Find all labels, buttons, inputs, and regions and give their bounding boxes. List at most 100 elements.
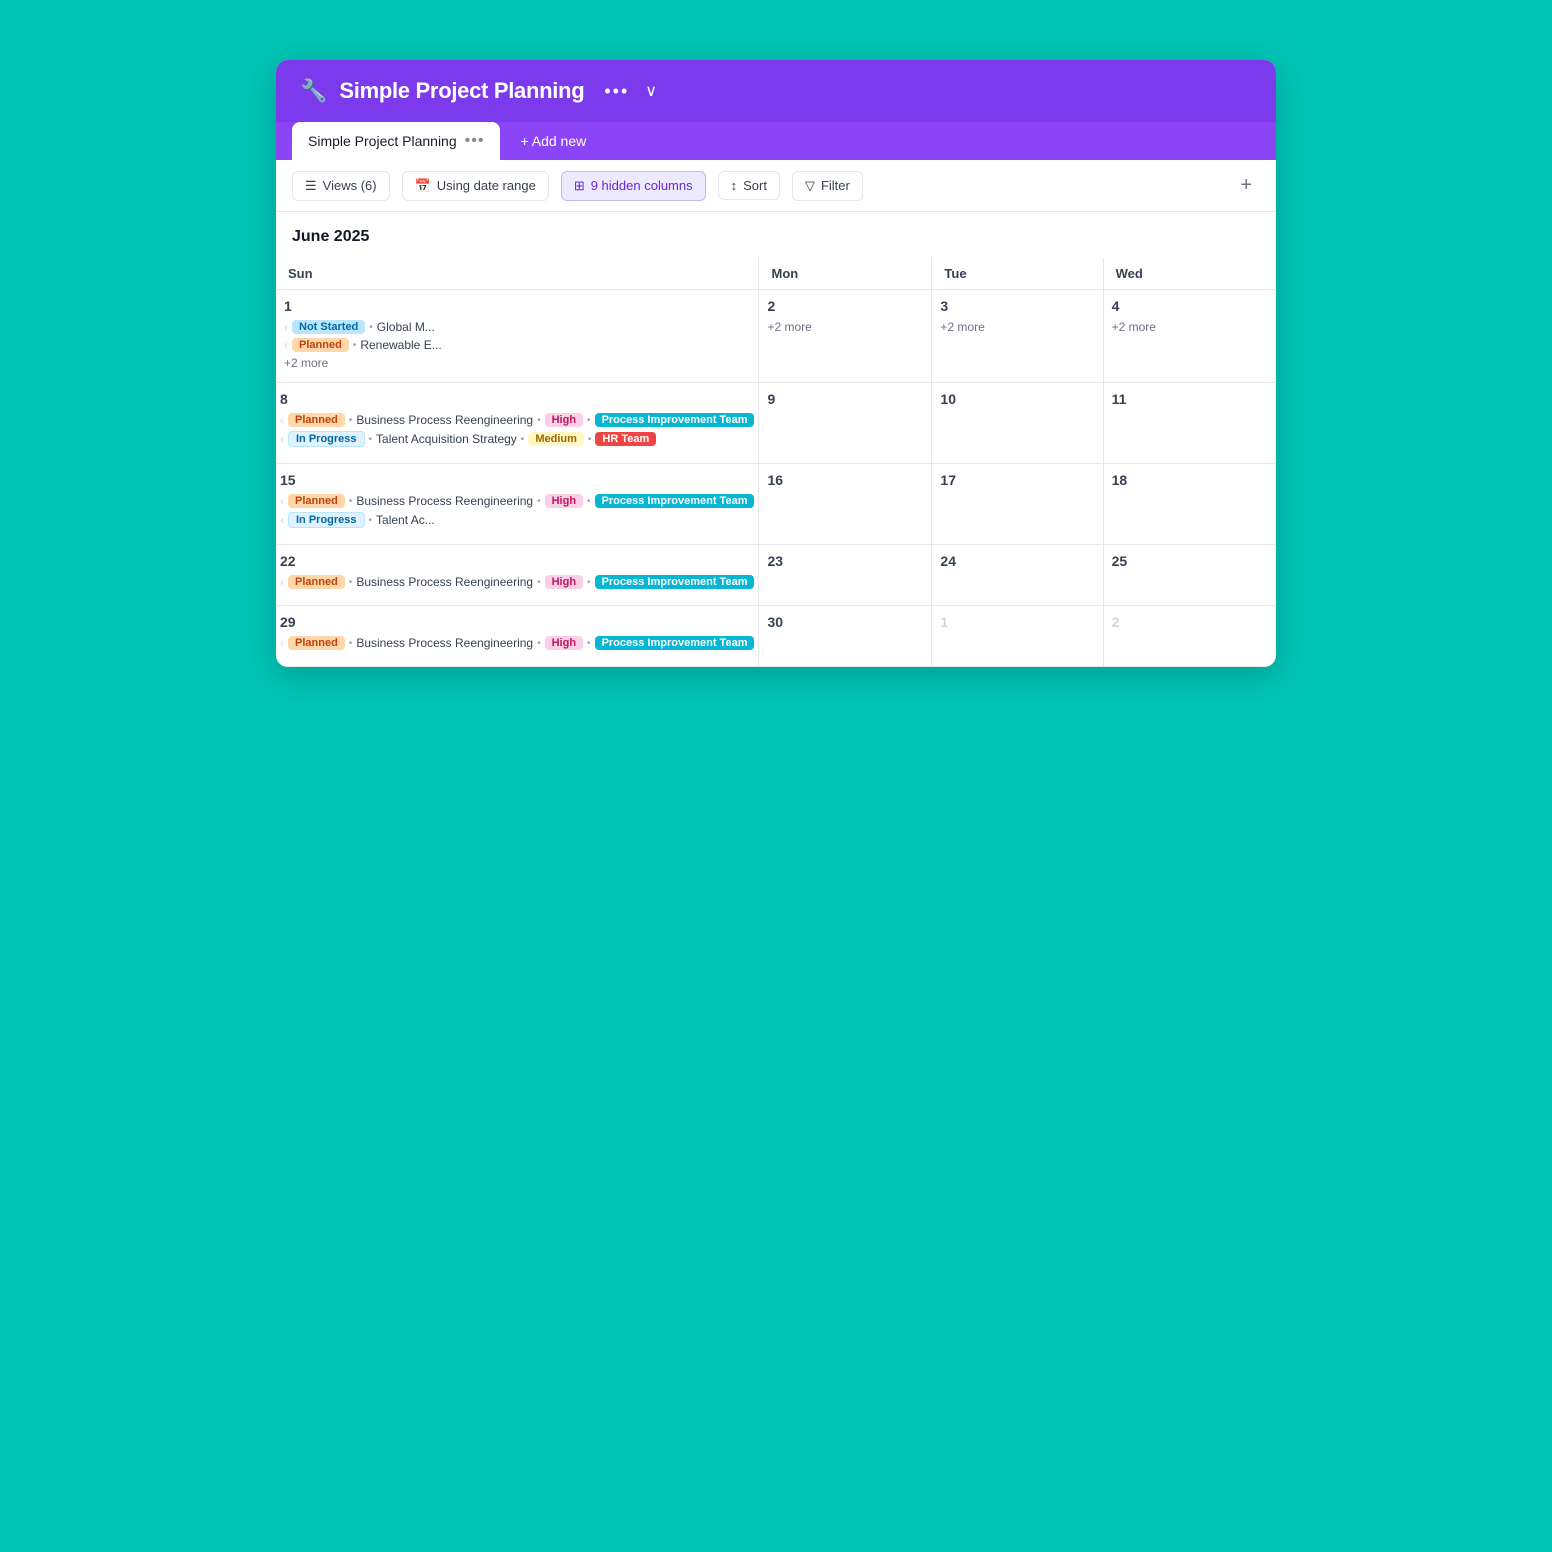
day-11[interactable]: 11: [1103, 383, 1276, 464]
chevron-left-icon: ‹: [280, 513, 284, 527]
status-badge: Planned: [288, 413, 345, 427]
more-events[interactable]: +2 more: [940, 320, 1094, 334]
views-button[interactable]: ☰ Views (6): [292, 171, 390, 201]
calendar-container: June 2025 Sun Mon Tue Wed 1 ‹ Not: [276, 212, 1276, 667]
event-row-bpr[interactable]: ‹ Planned • Business Process Reengineeri…: [280, 494, 754, 508]
day-17[interactable]: 17: [932, 464, 1103, 545]
tabs-bar: Simple Project Planning ••• + Add new: [276, 122, 1276, 160]
day-9[interactable]: 9: [759, 383, 932, 464]
day-number-11: 11: [1112, 391, 1268, 407]
day-jul-2[interactable]: 2: [1103, 606, 1276, 667]
day-number-23: 23: [767, 553, 923, 569]
priority-badge: High: [545, 636, 583, 650]
hidden-columns-button[interactable]: ⊞ 9 hidden columns: [561, 171, 706, 201]
day-25[interactable]: 25: [1103, 545, 1276, 606]
more-events[interactable]: +2 more: [767, 320, 923, 334]
week-1: 1 ‹ Not Started • Global M... ‹ Planned …: [276, 290, 1276, 383]
tab-label: Simple Project Planning: [308, 133, 457, 149]
calendar-icon: 📅: [415, 178, 431, 194]
day-jul-1[interactable]: 1: [932, 606, 1103, 667]
day-22[interactable]: 22 ‹ Planned • Business Process Reengine…: [276, 545, 759, 606]
day-number-24: 24: [940, 553, 1094, 569]
chevron-left-icon: ‹: [280, 494, 284, 508]
status-badge: In Progress: [288, 431, 365, 447]
event-title: Business Process Reengineering: [356, 575, 533, 589]
chevron-left-icon: ‹: [280, 413, 284, 427]
dot-icon: •: [521, 434, 525, 445]
more-events[interactable]: +2 more: [1112, 320, 1268, 334]
status-badge: Planned: [292, 338, 349, 352]
team-badge: HR Team: [595, 432, 656, 446]
dot-icon: •: [349, 638, 353, 649]
dot-icon: •: [537, 638, 541, 649]
dot-icon: •: [537, 496, 541, 507]
tab-more-icon[interactable]: •••: [465, 132, 485, 150]
weekday-header-row: Sun Mon Tue Wed: [276, 258, 1276, 290]
chevron-left-icon: ‹: [284, 338, 288, 352]
day-16[interactable]: 16: [759, 464, 932, 545]
event-title: Business Process Reengineering: [356, 413, 533, 427]
day-23[interactable]: 23: [759, 545, 932, 606]
weekday-sun: Sun: [276, 258, 759, 290]
day-3[interactable]: 3 +2 more: [932, 290, 1103, 383]
week-5: 29 ‹ Planned • Business Process Reengine…: [276, 606, 1276, 667]
week-4: 22 ‹ Planned • Business Process Reengine…: [276, 545, 1276, 606]
list-icon: ☰: [305, 178, 317, 194]
event-row[interactable]: ‹ Not Started • Global M...: [284, 320, 750, 334]
add-new-button[interactable]: + Add new: [508, 125, 598, 157]
day-number-18: 18: [1112, 472, 1268, 488]
header-chevron-icon[interactable]: ∨: [645, 81, 657, 101]
wrench-icon: 🔧: [300, 78, 327, 104]
day-number-jul1: 1: [940, 614, 1094, 630]
event-title: Talent Ac...: [376, 513, 435, 527]
add-column-button[interactable]: +: [1232, 170, 1260, 201]
day-10[interactable]: 10: [932, 383, 1103, 464]
day-number-3: 3: [940, 298, 1094, 314]
event-row-tas2[interactable]: ‹ In Progress • Talent Ac...: [280, 512, 754, 528]
day-29[interactable]: 29 ‹ Planned • Business Process Reengine…: [276, 606, 759, 667]
day-30[interactable]: 30: [759, 606, 932, 667]
event-row-bpr4[interactable]: ‹ Planned • Business Process Reengineeri…: [280, 636, 754, 650]
event-text: Global M...: [377, 320, 435, 334]
dot-icon: •: [537, 577, 541, 588]
day-number-9: 9: [767, 391, 923, 407]
date-range-button[interactable]: 📅 Using date range: [402, 171, 549, 201]
filter-label: Filter: [821, 178, 850, 193]
weekday-tue: Tue: [932, 258, 1103, 290]
day-number-22: 22: [280, 553, 754, 569]
team-badge: Process Improvement Team: [595, 575, 755, 589]
day-number-10: 10: [940, 391, 1094, 407]
day-15[interactable]: 15 ‹ Planned • Business Process Reengine…: [276, 464, 759, 545]
status-badge: Planned: [288, 575, 345, 589]
day-number-2: 2: [767, 298, 923, 314]
header-more-icon[interactable]: •••: [604, 81, 629, 102]
day-8[interactable]: 8 ‹ Planned • Business Process Reenginee…: [276, 383, 759, 464]
weekday-mon: Mon: [759, 258, 932, 290]
filter-icon: ▽: [805, 178, 815, 194]
priority-badge: High: [545, 413, 583, 427]
day-24[interactable]: 24: [932, 545, 1103, 606]
day-1[interactable]: 1 ‹ Not Started • Global M... ‹ Planned …: [276, 290, 759, 383]
filter-button[interactable]: ▽ Filter: [792, 171, 863, 201]
event-row[interactable]: ‹ Planned • Renewable E...: [284, 338, 750, 352]
day-number-16: 16: [767, 472, 923, 488]
event-row-bpr[interactable]: ‹ Planned • Business Process Reengineeri…: [280, 413, 754, 427]
priority-badge: High: [545, 494, 583, 508]
event-title: Talent Acquisition Strategy: [376, 432, 517, 446]
calendar-grid: Sun Mon Tue Wed 1 ‹ Not Started • Glo: [276, 258, 1276, 667]
chevron-left-icon: ‹: [280, 575, 284, 589]
sort-button[interactable]: ↕ Sort: [718, 171, 780, 200]
dot-icon: •: [349, 415, 353, 426]
day-18[interactable]: 18: [1103, 464, 1276, 545]
event-text: Renewable E...: [360, 338, 441, 352]
dot-icon: •: [349, 577, 353, 588]
event-row-bpr3[interactable]: ‹ Planned • Business Process Reengineeri…: [280, 575, 754, 589]
day-4[interactable]: 4 +2 more: [1103, 290, 1276, 383]
event-row-tas[interactable]: ‹ In Progress • Talent Acquisition Strat…: [280, 431, 754, 447]
views-label: Views (6): [323, 178, 377, 193]
active-tab[interactable]: Simple Project Planning •••: [292, 122, 500, 160]
dot-icon: •: [587, 496, 591, 507]
day-2[interactable]: 2 +2 more: [759, 290, 932, 383]
more-events[interactable]: +2 more: [284, 356, 750, 370]
week-2: 8 ‹ Planned • Business Process Reenginee…: [276, 383, 1276, 464]
